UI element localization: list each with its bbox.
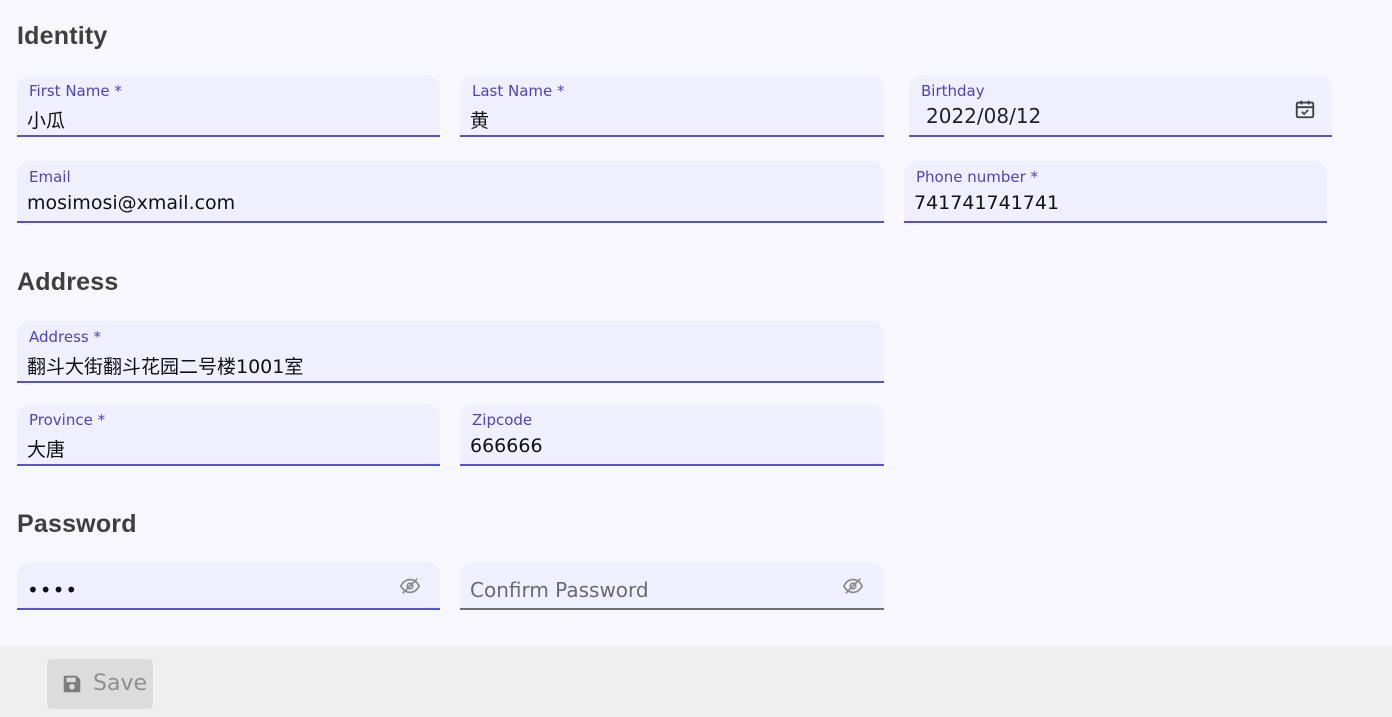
first-name-field[interactable]: First Name * 小瓜 (17, 75, 440, 137)
last-name-value[interactable]: 黄 (470, 106, 489, 133)
birthday-field[interactable]: Birthday 2022/08/12 (909, 75, 1332, 137)
password-value[interactable]: •••• (27, 578, 78, 602)
email-label: Email (29, 168, 71, 186)
profile-form-page: Identity First Name * 小瓜 Last Name * 黄 B… (0, 0, 1392, 717)
zipcode-label: Zipcode (472, 411, 533, 429)
phone-number-label: Phone number * (916, 168, 1039, 186)
last-name-label: Last Name * (472, 82, 565, 100)
phone-number-value[interactable]: 741741741741 (914, 192, 1059, 214)
calendar-icon[interactable] (1294, 98, 1316, 120)
first-name-value[interactable]: 小瓜 (27, 106, 65, 133)
eye-off-icon[interactable] (842, 575, 864, 597)
email-field[interactable]: Email mosimosi@xmail.com (17, 161, 884, 223)
save-label: Save (93, 671, 148, 696)
confirm-password-field[interactable]: Confirm Password (460, 562, 884, 610)
confirm-password-placeholder[interactable]: Confirm Password (470, 578, 649, 602)
section-title-identity: Identity (17, 22, 108, 50)
first-name-label: First Name * (29, 82, 122, 100)
section-title-password: Password (17, 510, 137, 538)
zipcode-field[interactable]: Zipcode 666666 (460, 404, 884, 466)
floppy-disk-icon (63, 675, 81, 693)
save-button[interactable]: Save (47, 659, 153, 709)
province-label: Province * (29, 411, 106, 429)
address-value[interactable]: 翻斗大街翻斗花园二号楼1001室 (27, 352, 303, 379)
address-field[interactable]: Address * 翻斗大街翻斗花园二号楼1001室 (17, 321, 884, 383)
form-footer: Save (0, 646, 1392, 717)
province-value[interactable]: 大唐 (27, 435, 65, 462)
birthday-label: Birthday (921, 82, 985, 100)
province-field[interactable]: Province * 大唐 (17, 404, 440, 466)
email-value[interactable]: mosimosi@xmail.com (27, 192, 235, 214)
zipcode-value[interactable]: 666666 (470, 435, 543, 457)
address-label: Address * (29, 328, 102, 346)
birthday-value[interactable]: 2022/08/12 (926, 104, 1041, 128)
eye-off-icon[interactable] (399, 575, 421, 597)
phone-number-field[interactable]: Phone number * 741741741741 (904, 161, 1327, 223)
last-name-field[interactable]: Last Name * 黄 (460, 75, 884, 137)
section-title-address: Address (17, 268, 119, 296)
password-field[interactable]: •••• (17, 562, 440, 610)
